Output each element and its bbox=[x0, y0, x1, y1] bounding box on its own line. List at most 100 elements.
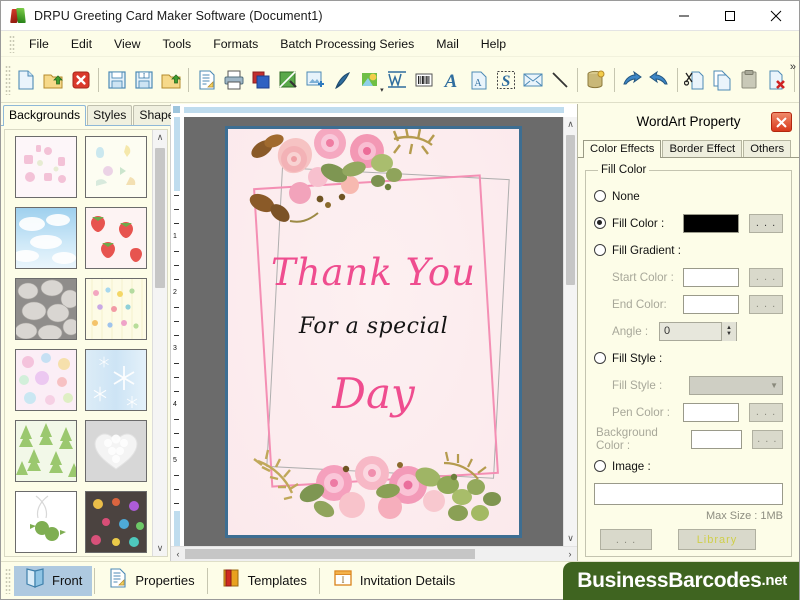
card-text-line-1[interactable]: Thank You bbox=[228, 251, 519, 294]
start-color-swatch[interactable] bbox=[683, 268, 739, 287]
tab-border-effect[interactable]: Border Effect bbox=[662, 140, 742, 157]
image-path-input[interactable] bbox=[594, 483, 783, 505]
scroll-down-arrow-icon[interactable]: ∨ bbox=[153, 541, 167, 556]
angle-input[interactable]: 0 ▲ ▼ bbox=[659, 322, 737, 341]
tab-styles[interactable]: Styles bbox=[87, 105, 132, 125]
canvas-vertical-scrollbar[interactable]: ∧ ∨ bbox=[563, 117, 577, 546]
canvas-scroll-down-arrow-icon[interactable]: ∨ bbox=[564, 531, 577, 546]
delete-icon[interactable] bbox=[763, 65, 790, 95]
minimize-button[interactable] bbox=[661, 1, 707, 31]
end-color-browse-button[interactable]: . . . bbox=[749, 295, 783, 314]
option-fill-gradient-row[interactable]: Fill Gradient : bbox=[594, 240, 783, 260]
spinner-down-icon[interactable]: ▼ bbox=[726, 331, 732, 337]
toolbar-drag-grip[interactable] bbox=[5, 65, 11, 95]
canvas-horizontal-scrollbar[interactable]: ‹ › bbox=[171, 546, 577, 561]
menu-tools[interactable]: Tools bbox=[151, 34, 202, 54]
chevron-down-icon[interactable]: ▼ bbox=[770, 381, 778, 390]
fill-color-browse-button[interactable]: . . . bbox=[749, 214, 783, 233]
thumb-snowflakes[interactable] bbox=[85, 349, 147, 411]
maximize-button[interactable] bbox=[707, 1, 753, 31]
thumb-floral-pastel[interactable] bbox=[15, 349, 77, 411]
envelope-icon[interactable] bbox=[519, 65, 546, 95]
background-color-swatch[interactable] bbox=[691, 430, 743, 449]
option-fill-color-row[interactable]: Fill Color : . . . bbox=[594, 213, 783, 233]
tab-others[interactable]: Others bbox=[743, 140, 791, 157]
radio-none[interactable] bbox=[594, 190, 606, 202]
layers-icon[interactable] bbox=[248, 65, 275, 95]
thumb-strawberries[interactable] bbox=[85, 207, 147, 269]
open-document-icon[interactable] bbox=[40, 65, 67, 95]
status-templates[interactable]: Templates bbox=[210, 566, 317, 596]
canvas-hscroll-thumb[interactable] bbox=[185, 549, 475, 559]
image-browse-button[interactable]: . . . bbox=[600, 529, 652, 550]
status-invitation-details[interactable]: I Invitation Details bbox=[322, 566, 465, 596]
shape-fill-icon[interactable] bbox=[275, 65, 302, 95]
close-document-icon[interactable] bbox=[67, 65, 94, 95]
cut-icon[interactable] bbox=[682, 65, 709, 95]
thumb-grey-stones[interactable] bbox=[15, 278, 77, 340]
scrollbar-thumb[interactable] bbox=[155, 148, 165, 288]
radio-image[interactable] bbox=[594, 460, 606, 472]
statusbar-drag-grip[interactable] bbox=[5, 568, 11, 594]
menu-edit[interactable]: Edit bbox=[60, 34, 103, 54]
menu-batch-processing-series[interactable]: Batch Processing Series bbox=[269, 34, 425, 54]
thumb-bokeh-lights[interactable] bbox=[85, 491, 147, 553]
save-icon[interactable] bbox=[103, 65, 130, 95]
thumb-baby-pink-icons[interactable] bbox=[15, 136, 77, 198]
print-icon[interactable] bbox=[221, 65, 248, 95]
option-fill-style-row[interactable]: Fill Style : bbox=[594, 348, 783, 368]
export-icon[interactable] bbox=[157, 65, 184, 95]
card-text-line-2[interactable]: For a special bbox=[228, 314, 519, 339]
tab-backgrounds[interactable]: Backgrounds bbox=[3, 105, 86, 126]
thumb-confetti-dots[interactable] bbox=[85, 278, 147, 340]
canvas-scroll-left-arrow-icon[interactable]: ‹ bbox=[171, 549, 185, 559]
close-button[interactable] bbox=[753, 1, 799, 31]
canvas-workspace[interactable]: Thank You For a special Day bbox=[184, 117, 563, 546]
thumb-blue-sky-clouds[interactable] bbox=[15, 207, 77, 269]
end-color-swatch[interactable] bbox=[683, 295, 739, 314]
signature-icon[interactable]: S bbox=[492, 65, 519, 95]
thumb-clover-charm[interactable] bbox=[15, 491, 77, 553]
menu-help[interactable]: Help bbox=[470, 34, 517, 54]
insert-image-icon[interactable] bbox=[302, 65, 329, 95]
undo-icon[interactable] bbox=[619, 65, 646, 95]
radio-fill-style[interactable] bbox=[594, 352, 606, 364]
radio-fill-color[interactable] bbox=[594, 217, 606, 229]
tab-color-effects[interactable]: Color Effects bbox=[583, 140, 661, 158]
copy-icon[interactable] bbox=[709, 65, 736, 95]
option-none-row[interactable]: None bbox=[594, 186, 783, 206]
page-setup-icon[interactable] bbox=[193, 65, 220, 95]
thumb-baby-pastel-items[interactable] bbox=[85, 136, 147, 198]
paste-icon[interactable] bbox=[736, 65, 763, 95]
image-library-button[interactable]: Library bbox=[678, 529, 756, 550]
scroll-up-arrow-icon[interactable]: ∧ bbox=[153, 130, 167, 145]
status-front[interactable]: Front bbox=[14, 566, 92, 596]
text-icon[interactable]: A bbox=[438, 65, 465, 95]
canvas-scroll-right-arrow-icon[interactable]: › bbox=[563, 549, 577, 559]
redo-icon[interactable] bbox=[646, 65, 673, 95]
pen-icon[interactable] bbox=[329, 65, 356, 95]
wordart-icon[interactable] bbox=[384, 65, 411, 95]
start-color-browse-button[interactable]: . . . bbox=[749, 268, 783, 287]
barcode-icon[interactable] bbox=[411, 65, 438, 95]
thumb-white-heart[interactable] bbox=[85, 420, 147, 482]
menu-file[interactable]: File bbox=[18, 34, 60, 54]
pen-color-swatch[interactable] bbox=[683, 403, 739, 422]
save-as-icon[interactable]: I bbox=[130, 65, 157, 95]
menu-view[interactable]: View bbox=[103, 34, 151, 54]
menu-mail[interactable]: Mail bbox=[425, 34, 470, 54]
panel-close-button[interactable] bbox=[771, 112, 792, 132]
toolbar-overflow-button[interactable]: » bbox=[790, 61, 796, 73]
fill-color-swatch[interactable] bbox=[683, 214, 739, 233]
pen-color-browse-button[interactable]: . . . bbox=[749, 403, 783, 422]
picture-effects-icon[interactable] bbox=[356, 65, 383, 95]
option-image-row[interactable]: Image : bbox=[594, 456, 783, 476]
canvas-vscroll-thumb[interactable] bbox=[566, 135, 575, 285]
status-properties[interactable]: Properties bbox=[97, 566, 204, 596]
ruler-origin-handle[interactable] bbox=[173, 106, 180, 113]
greeting-card-preview[interactable]: Thank You For a special Day bbox=[225, 126, 522, 538]
thumb-pine-trees[interactable] bbox=[15, 420, 77, 482]
database-icon[interactable] bbox=[582, 65, 609, 95]
angle-spinner[interactable]: ▲ ▼ bbox=[721, 322, 736, 341]
menu-formats[interactable]: Formats bbox=[202, 34, 269, 54]
